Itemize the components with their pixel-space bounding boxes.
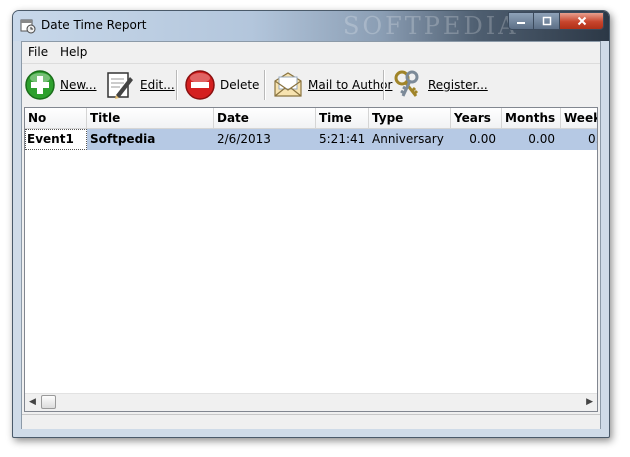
column-header-date[interactable]: Date (214, 108, 316, 128)
minus-circle-icon (185, 70, 215, 100)
horizontal-scrollbar[interactable]: ◀ ▶ (25, 393, 597, 411)
column-header-years[interactable]: Years (451, 108, 502, 128)
toolbar-separator (176, 70, 178, 100)
cell-months: 0.00 (528, 132, 555, 146)
cell-no: Event1 (25, 129, 87, 150)
column-header-months[interactable]: Months (502, 108, 561, 128)
column-header-title[interactable]: Title (87, 108, 214, 128)
menu-file[interactable]: File (28, 45, 48, 59)
edit-label: Edit... (140, 78, 175, 92)
window-title: Date Time Report (41, 18, 147, 32)
events-list[interactable]: No Title Date Time Type Years Months Wee… (24, 107, 598, 412)
scroll-thumb[interactable] (41, 395, 56, 409)
edit-document-icon (107, 72, 133, 99)
app-window: Date Time Report SOFTPEDIA File Help New… (12, 10, 610, 438)
new-button[interactable]: New... (24, 67, 97, 103)
cell-type: Anniversary (372, 132, 444, 146)
client-area: File Help New... Edit... Delete Mail to … (21, 41, 601, 429)
keys-icon (394, 70, 419, 97)
minimize-icon (517, 22, 525, 24)
table-row[interactable]: Event1 Softpedia 2/6/2013 5:21:41 Annive… (25, 129, 597, 150)
maximize-button[interactable] (534, 12, 560, 30)
cell-date: 2/6/2013 (217, 132, 271, 146)
title-bar[interactable]: Date Time Report SOFTPEDIA (13, 11, 609, 41)
caption-buttons (508, 12, 604, 30)
menu-bar: File Help (22, 42, 600, 62)
column-header-weeks[interactable]: Weeks (561, 108, 597, 128)
scroll-right-icon[interactable]: ▶ (586, 397, 593, 407)
envelope-icon (274, 72, 302, 97)
cell-time: 5:21:41 (319, 132, 366, 146)
status-bar (22, 414, 600, 429)
register-label: Register... (428, 78, 488, 92)
close-icon (577, 16, 586, 26)
minimize-button[interactable] (508, 12, 534, 30)
cell-weeks: 0.00 (588, 132, 597, 146)
scroll-left-icon[interactable]: ◀ (29, 397, 36, 407)
column-header-time[interactable]: Time (316, 108, 369, 128)
new-label: New... (60, 78, 97, 92)
cell-title: Softpedia (90, 132, 156, 146)
softpedia-watermark: SOFTPEDIA (343, 12, 519, 40)
delete-label: Delete (220, 78, 260, 92)
delete-button[interactable]: Delete (184, 67, 259, 103)
toolbar: New... Edit... Delete Mail to Author Reg… (22, 63, 600, 106)
plus-circle-icon (25, 70, 55, 100)
mail-to-author-button[interactable]: Mail to Author (272, 67, 392, 103)
column-header-no[interactable]: No (25, 108, 87, 128)
close-button[interactable] (560, 12, 604, 30)
cell-years: 0.00 (469, 132, 496, 146)
maximize-icon (542, 16, 551, 26)
edit-button[interactable]: Edit... (104, 67, 175, 103)
menu-help[interactable]: Help (60, 45, 87, 59)
mail-label: Mail to Author (308, 78, 393, 92)
column-header-type[interactable]: Type (369, 108, 451, 128)
toolbar-separator (264, 70, 266, 100)
toolbar-separator (383, 70, 385, 100)
calendar-clock-icon (20, 19, 36, 34)
list-header: No Title Date Time Type Years Months Wee… (25, 108, 597, 129)
register-button[interactable]: Register... (392, 67, 488, 103)
